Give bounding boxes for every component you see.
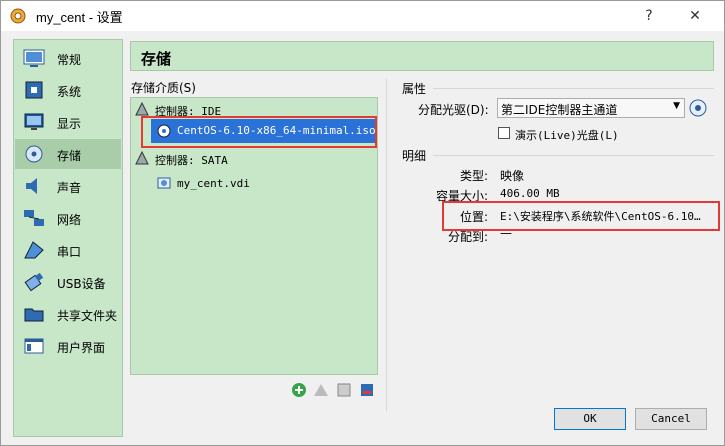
details-section-label: 明细 xyxy=(402,149,427,163)
optical-drive-value: 第二IDE控制器主通道 xyxy=(501,103,618,117)
sidebar-item-label: 系统 xyxy=(57,85,82,99)
remove-attachment-icon[interactable] xyxy=(359,382,375,398)
general-icon xyxy=(23,49,45,67)
type-label: 类型: xyxy=(460,169,489,183)
sidebar-item-system[interactable]: 系统 xyxy=(15,75,121,105)
live-cd-checkbox[interactable] xyxy=(498,127,510,139)
chevron-down-icon: ▼ xyxy=(673,101,680,111)
divider xyxy=(433,88,714,89)
sidebar-item-storage[interactable]: 存储 xyxy=(15,139,121,169)
sidebar-item-general[interactable]: 常规 xyxy=(15,43,121,73)
sidebar-item-serial[interactable]: 串口 xyxy=(15,235,121,265)
close-button[interactable]: ✕ xyxy=(678,5,712,27)
panel-divider xyxy=(386,79,387,411)
sidebar-item-label: 共享文件夹 xyxy=(57,309,118,323)
disk-icon xyxy=(25,145,43,163)
size-value: 406.00 MB xyxy=(500,187,560,200)
sidebar-item-label: 显示 xyxy=(57,117,82,131)
chip-icon xyxy=(25,81,43,99)
attributes-section-label: 属性 xyxy=(402,82,427,96)
cancel-button[interactable]: Cancel xyxy=(635,408,707,430)
virtualbox-gear-icon xyxy=(10,8,26,24)
page-title: 存储 xyxy=(141,50,172,68)
tree-item-sata-controller[interactable]: 控制器: SATA xyxy=(155,152,228,168)
highlight-box-location xyxy=(442,201,720,231)
ok-button[interactable]: OK xyxy=(554,408,626,430)
folder-icon xyxy=(24,308,44,322)
remove-controller-icon[interactable] xyxy=(313,382,329,398)
sidebar-item-label: 声音 xyxy=(57,181,82,195)
help-button[interactable]: ? xyxy=(632,5,666,27)
storage-media-label: 存储介质(S) xyxy=(131,81,196,95)
sidebar-item-label: 常规 xyxy=(57,53,82,67)
sidebar-item-label: 用户界面 xyxy=(57,341,106,355)
sidebar-item-display[interactable]: 显示 xyxy=(15,107,121,137)
network-icon xyxy=(24,210,44,226)
usb-icon xyxy=(24,272,44,292)
speaker-icon xyxy=(26,178,37,194)
serial-port-icon xyxy=(24,241,44,259)
settings-dialog: my_cent - 设置 ? ✕ 常规 系统 显示 存储 声音 网络 串口 US… xyxy=(0,0,725,446)
sata-controller-icon xyxy=(135,151,149,165)
type-value: 映像 xyxy=(500,169,525,183)
optical-drive-label: 分配光驱(D): xyxy=(418,103,489,117)
tree-item-sata-disk[interactable]: my_cent.vdi xyxy=(177,177,250,190)
sidebar-item-usb[interactable]: USB设备 xyxy=(15,267,121,297)
title-bar: my_cent - 设置 ? ✕ xyxy=(1,1,724,31)
monitor-icon xyxy=(24,113,44,130)
hard-disk-icon xyxy=(157,177,171,189)
optical-drive-select[interactable]: 第二IDE控制器主通道 ▼ xyxy=(497,98,685,118)
settings-sidebar: 常规 系统 显示 存储 声音 网络 串口 USB设备 共享文件夹 用户界面 xyxy=(13,39,123,437)
page-header: 存储 xyxy=(130,41,714,71)
choose-disk-icon[interactable] xyxy=(689,99,707,117)
sidebar-item-network[interactable]: 网络 xyxy=(15,203,121,233)
sidebar-item-user-interface[interactable]: 用户界面 xyxy=(15,331,121,361)
sidebar-item-label: USB设备 xyxy=(57,277,106,291)
sidebar-item-shared-folders[interactable]: 共享文件夹 xyxy=(15,299,121,329)
sidebar-item-label: 串口 xyxy=(57,245,82,259)
highlight-box-iso xyxy=(141,116,377,148)
ide-controller-icon xyxy=(135,102,149,116)
window-title: my_cent - 设置 xyxy=(36,10,123,25)
add-controller-icon[interactable] xyxy=(291,382,307,398)
sidebar-item-label: 存储 xyxy=(57,149,82,163)
window-icon xyxy=(24,338,44,354)
divider xyxy=(433,155,714,156)
sidebar-item-audio[interactable]: 声音 xyxy=(15,171,121,201)
sidebar-item-label: 网络 xyxy=(57,213,82,227)
add-attachment-icon[interactable] xyxy=(336,382,352,398)
live-cd-label: 演示(Live)光盘(L) xyxy=(515,129,619,142)
